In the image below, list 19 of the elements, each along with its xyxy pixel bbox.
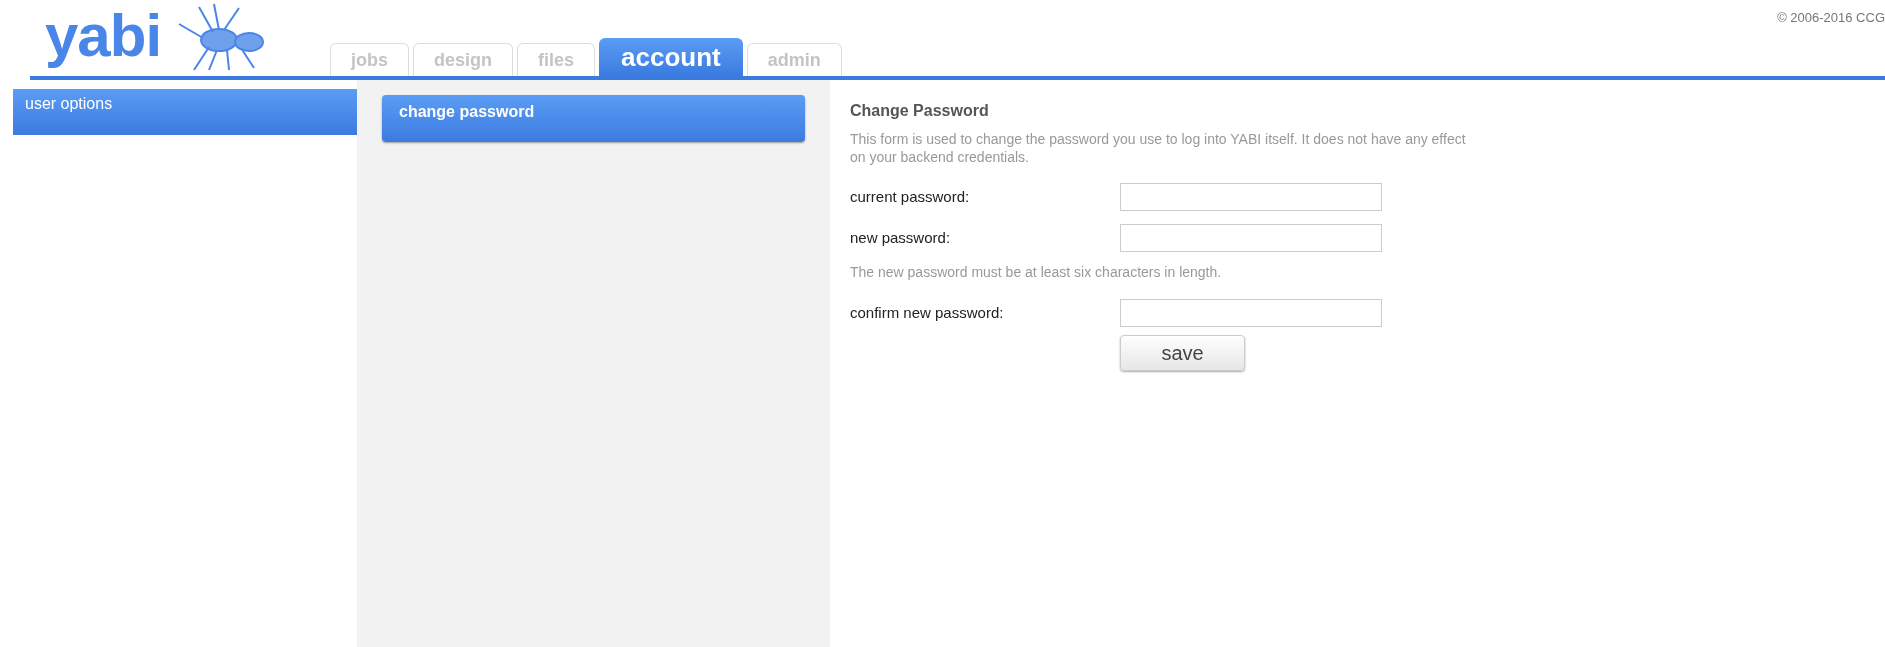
password-field[interactable] [1120,182,1382,211]
form-description: This form is used to change the password you use to log into YABI itself. It does not have any effect on your backend credentials. [850,130,1467,166]
field-label: new password: [850,229,952,246]
nav-tab[interactable]: jobs [330,43,409,76]
field-label: confirm new password: [850,304,1005,321]
password-field[interactable] [1120,298,1382,327]
nav-tab[interactable]: admin [746,43,842,76]
form-title: Change Password [850,102,990,120]
option-item[interactable]: change password [382,95,805,142]
nav-tab[interactable]: files [517,43,596,76]
sidebar-item[interactable]: user options [13,89,357,135]
copyright-text: © 2006-2016 CCG [1777,10,1885,25]
nav-tab[interactable]: account [599,38,743,76]
field-label: current password: [850,188,971,205]
logo-text: yabi [45,6,162,66]
nav-tab[interactable]: design [413,43,514,76]
save-button[interactable]: save [1120,335,1245,371]
hint-text: The new password must be at least six characters in length. [850,263,1223,282]
password-field[interactable] [1120,223,1382,252]
